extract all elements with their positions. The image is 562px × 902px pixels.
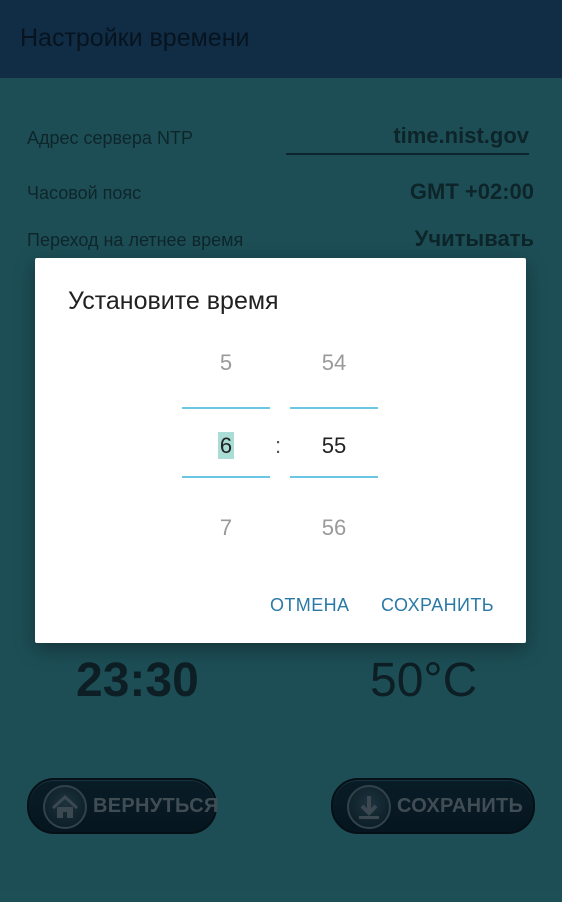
- hour-divider-top: [182, 407, 270, 409]
- hour-prev[interactable]: 5: [182, 350, 270, 376]
- time-separator: :: [275, 433, 282, 458]
- cancel-button[interactable]: ОТМЕНА: [270, 595, 349, 616]
- hour-next[interactable]: 7: [182, 515, 270, 541]
- time-picker-dialog: Установите время 5 6 7 : 54 55 56 ОТМЕНА…: [35, 258, 526, 643]
- hour-current[interactable]: 6: [182, 432, 270, 459]
- minute-current[interactable]: 55: [290, 433, 378, 459]
- minute-next[interactable]: 56: [290, 515, 378, 541]
- dialog-title: Установите время: [68, 287, 279, 315]
- ok-button[interactable]: СОХРАНИТЬ: [381, 595, 494, 616]
- minute-divider-top: [290, 407, 378, 409]
- minute-divider-bottom: [290, 476, 378, 478]
- hour-divider-bottom: [182, 476, 270, 478]
- minute-prev[interactable]: 54: [290, 350, 378, 376]
- hour-current-value[interactable]: 6: [217, 432, 235, 459]
